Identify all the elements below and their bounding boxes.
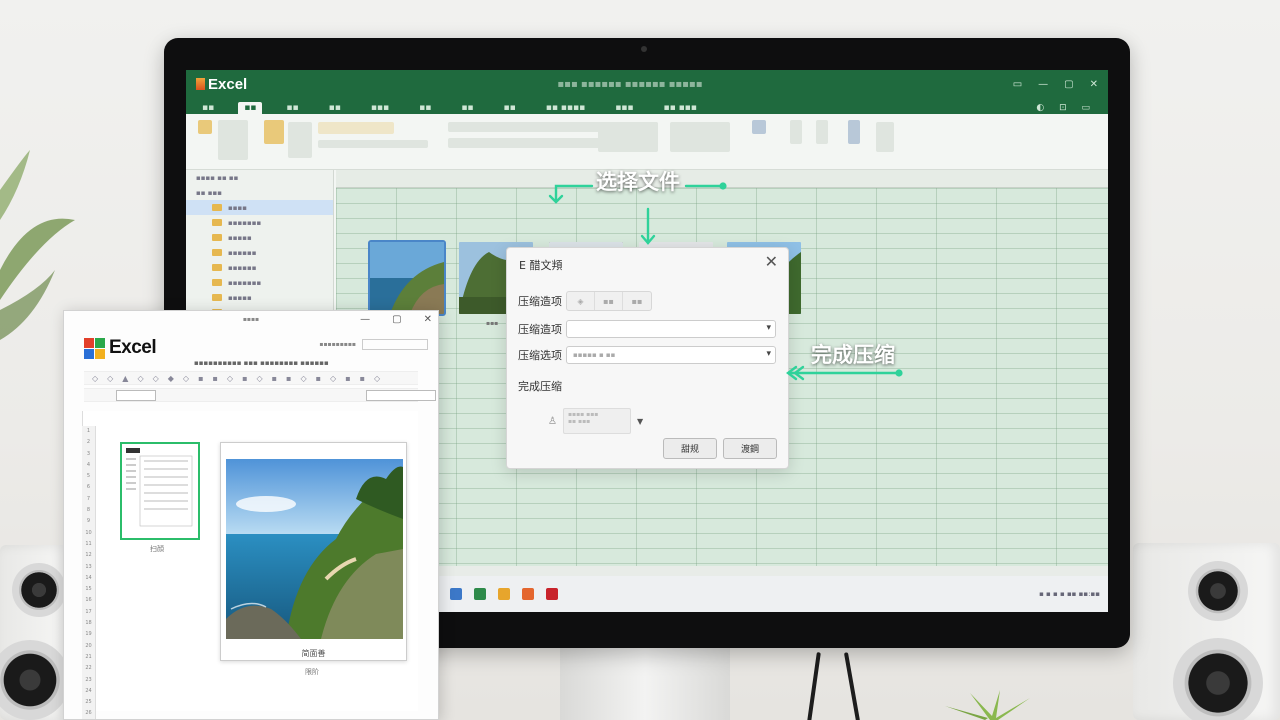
excel-logo: Excel — [84, 337, 157, 359]
callout-select-file: 选择文件 — [596, 170, 680, 194]
segment-button[interactable]: ▪▪ — [595, 292, 623, 310]
image-thumbnail-selected[interactable] — [368, 240, 446, 316]
image-card[interactable]: 简面善 — [220, 442, 407, 661]
user-icon: ♙ — [548, 415, 557, 427]
cable — [807, 652, 821, 720]
logo-text: Excel — [109, 337, 157, 358]
mini-preview-caption: 扫顔 — [150, 545, 164, 553]
windows-logo-icon — [84, 337, 105, 359]
taskbar-app-icon[interactable] — [546, 588, 558, 600]
nav-item-selected[interactable]: ▪▪▪▪ — [186, 200, 333, 215]
option-row-1: 压缩造项 ◈ ▪▪ ▪▪ — [518, 291, 652, 311]
ribbon-tabs[interactable]: ▪▪ ▪▪ ▪▪ ▪▪ ▪▪▪ ▪▪ ▪▪ ▪▪ ▪▪ ▪▪▪▪ ▪▪▪ ▪▪ ▪▪▪ ◐ ⊡ ▭ — [186, 98, 1108, 114]
section-label: 完成压缩 — [518, 380, 562, 393]
close-icon[interactable]: ✕ — [765, 252, 778, 271]
nav-item[interactable]: ▪▪▪▪▪▪ — [186, 260, 333, 275]
window-controls[interactable]: ▭ — ▢ ✕ — [1013, 79, 1098, 90]
taskbar-app-icon[interactable] — [474, 588, 486, 600]
nav-item[interactable]: ▪▪▪▪▪▪ — [186, 245, 333, 260]
taskbar-app-icon[interactable] — [522, 588, 534, 600]
row-header: 1 2 3 4 5 6 7 8 9 10 11 12 13 14 15 16 17 18 19 20 21 22 23 24 2… — [82, 426, 96, 719]
option-label: 压缩造项 — [518, 323, 562, 336]
speaker-left — [0, 545, 70, 720]
segmented-control[interactable]: ◈ ▪▪ ▪▪ — [566, 291, 652, 311]
monitor-stand — [560, 645, 730, 720]
compress-select[interactable]: ▾ — [566, 320, 776, 338]
image-card-caption: 简面善 — [301, 649, 326, 658]
segment-button[interactable]: ▪▪ — [623, 292, 651, 310]
thumbnail-caption: ▪▪▪ — [486, 320, 499, 327]
ok-button[interactable]: 甜规 — [663, 438, 717, 459]
toolbar-row-1[interactable]: ◇◇▲◇◇◆◇▪▪◇▪◇▪▪◇▪◇▪▪◇ — [84, 371, 418, 385]
option-row-3: 压缩选项 ▪▪▪▪▪ ▪ ▪▪ ▾ — [518, 346, 776, 364]
app-name: Excel — [208, 75, 248, 93]
speaker-right — [1133, 543, 1280, 720]
cable — [843, 652, 861, 720]
chevron-down-icon: ▾ — [766, 323, 771, 333]
window-title-blurred: ▪▪▪ ▪▪▪▪▪▪ ▪▪▪▪▪▪ ▪▪▪▪▪ — [557, 78, 703, 90]
landscape-image — [226, 459, 403, 639]
column-header — [336, 170, 1108, 188]
user-field[interactable]: ▪▪▪▪ ▪▪▪ ▪▪ ▪▪▪ — [562, 408, 631, 434]
excel-logo-icon: Excel — [196, 76, 247, 93]
compress-select[interactable]: ▪▪▪▪▪ ▪ ▪▪ ▾ — [566, 346, 776, 364]
document-subtitle-blurred: ▪▪▪▪▪▪▪▪▪▪ ▪▪▪ ▪▪▪▪▪▪▪▪ ▪▪▪▪▪▪ — [194, 359, 329, 367]
segment-button[interactable]: ◈ — [567, 292, 595, 310]
compress-dialog: E 醋文頖 ✕ 压缩造项 ◈ ▪▪ ▪▪ 压缩造项 ▾ 压缩选项 ▪▪▪▪▪ ▪… — [506, 247, 789, 469]
system-tray[interactable]: ▪ ▪ ▪ ▪ ▪▪ ▪▪:▪▪ — [1039, 590, 1100, 598]
succulent-decoration — [945, 690, 1030, 720]
dialog-title: E 醋文頖 — [519, 259, 563, 272]
taskbar-app-icon[interactable] — [498, 588, 510, 600]
bottom-caption: 限阶 — [305, 668, 319, 676]
option-label: 压缩造项 — [518, 295, 562, 308]
option-row-2: 压缩造项 ▾ — [518, 320, 776, 338]
cancel-button[interactable]: 渡鋼 — [723, 438, 777, 459]
nav-item[interactable]: ▪▪▪▪▪▪▪ — [186, 215, 333, 230]
taskbar-app-icon[interactable] — [450, 588, 462, 600]
excel-window-foreground: ▪▪▪▪ — ▢ ✕ Excel ▪▪▪▪▪▪▪▪▪▪ ▪▪▪ ▪▪▪▪▪▪▪▪… — [63, 310, 439, 720]
nav-item[interactable]: ▪▪▪▪▪ — [186, 290, 333, 305]
toolbar-row-2[interactable] — [84, 388, 436, 402]
chevron-down-icon[interactable]: ▼ — [637, 417, 643, 426]
webcam — [641, 46, 647, 52]
mini-document-preview[interactable] — [120, 442, 200, 540]
window-title-bar: ▪▪▪▪ — ▢ ✕ — [242, 313, 432, 325]
ribbon[interactable] — [186, 114, 1108, 170]
excel-title-bar: Excel ▪▪▪ ▪▪▪▪▪▪ ▪▪▪▪▪▪ ▪▪▪▪▪ ▭ — ▢ ✕ — [186, 70, 1108, 98]
nav-item[interactable]: ▪▪▪▪▪▪▪ — [186, 275, 333, 290]
option-label: 压缩选项 — [518, 349, 562, 362]
user-select[interactable]: ♙ ▪▪▪▪ ▪▪▪ ▪▪ ▪▪▪ ▼ — [548, 408, 643, 434]
header-controls[interactable]: ▪▪▪▪▪▪▪▪▪ — [319, 339, 428, 350]
callout-finish-compress: 完成压缩 — [811, 343, 895, 367]
nav-item[interactable]: ▪▪▪▪▪ — [186, 230, 333, 245]
chevron-down-icon: ▾ — [766, 349, 771, 359]
